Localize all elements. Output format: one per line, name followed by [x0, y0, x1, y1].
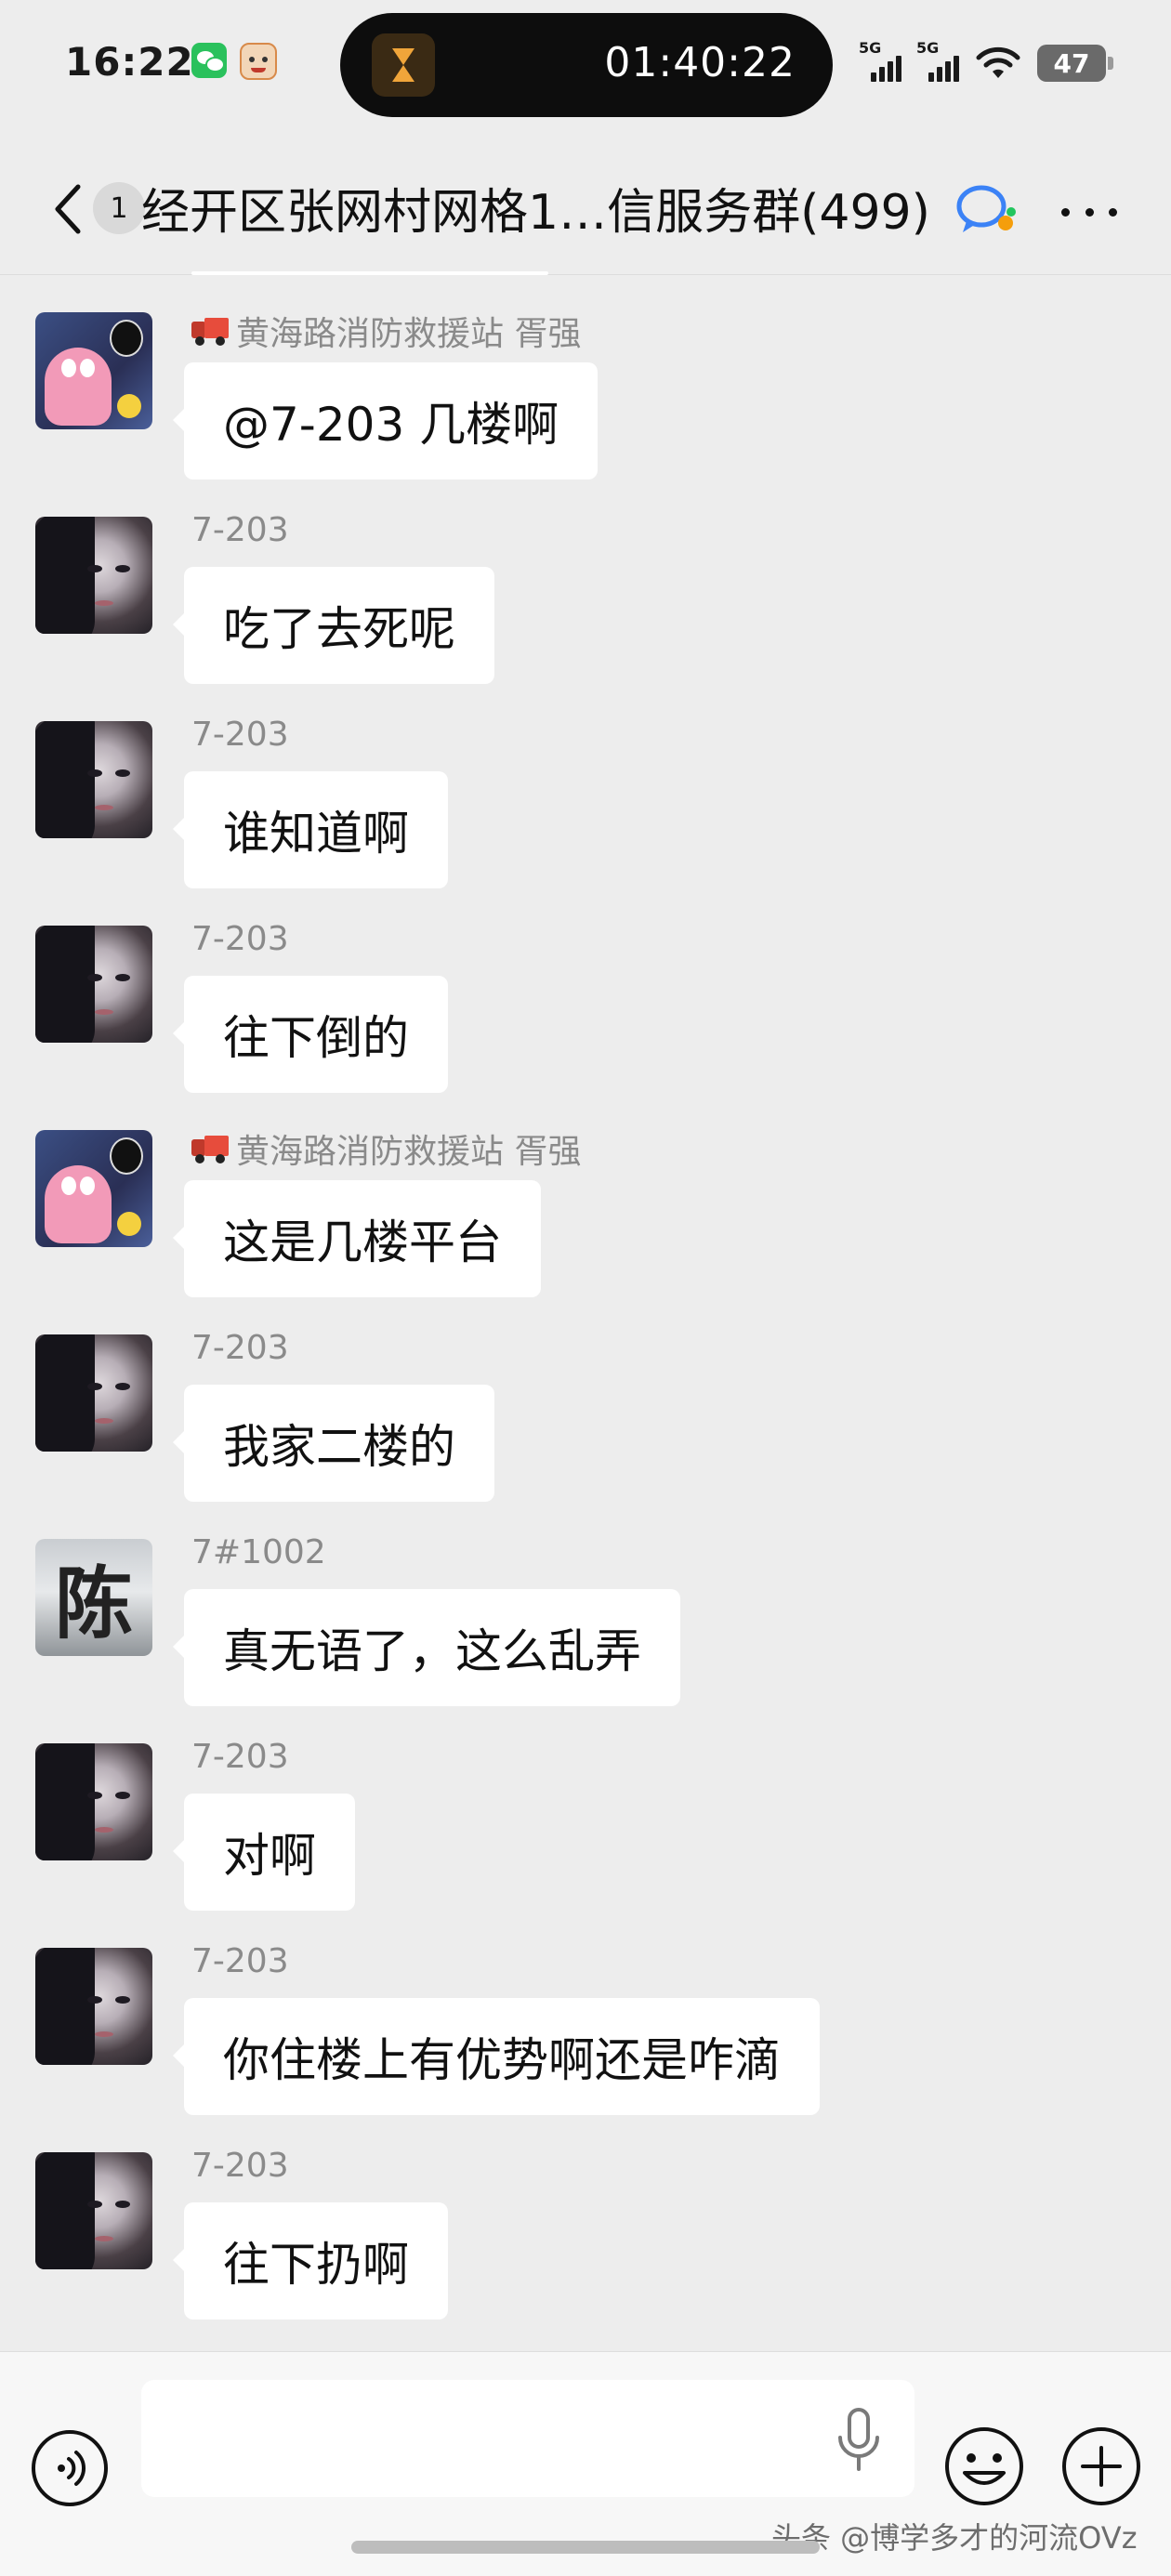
avatar-patrick-star[interactable]: [35, 312, 152, 429]
sender-name-text: 7-203: [191, 1329, 289, 1367]
sender-name-text: 7#1002: [191, 1533, 326, 1571]
sender-name[interactable]: 7#1002: [191, 1533, 326, 1571]
home-indicator[interactable]: [351, 2541, 820, 2554]
message-row: 7-203 你住楼上有优势啊还是咋滴: [0, 1942, 1171, 2147]
message-row: 7-203 谁知道啊: [0, 716, 1171, 920]
message-row: 7-203 吃了去死呢: [0, 511, 1171, 716]
message-row: 7-203 往下倒的: [0, 920, 1171, 1124]
sender-name-text: 7-203: [191, 920, 289, 958]
chat-title[interactable]: 经开区张网村网格1…信服务群(499): [141, 173, 948, 243]
avatar-calligraphy[interactable]: 陈: [35, 1539, 152, 1656]
dot-icon: [1109, 207, 1117, 217]
status-bar: 16:22 01:40:22 5G 5G 47: [0, 0, 1171, 130]
sender-name-text: 7-203: [191, 1942, 289, 1980]
sender-name[interactable]: 7-203: [191, 511, 289, 549]
watermark-text: 头条 @博学多才的河流OVz: [771, 2520, 1138, 2556]
message-bubble[interactable]: 你住楼上有优势啊还是咋滴: [173, 1998, 820, 2115]
dot-icon: [1061, 207, 1070, 217]
sender-name-text: 7-203: [191, 1738, 289, 1776]
avatar-portrait[interactable]: [35, 517, 152, 634]
avatar-portrait[interactable]: [35, 1743, 152, 1860]
sender-name[interactable]: 黄海路消防救援站 胥强: [191, 1124, 581, 1173]
message-bubble[interactable]: @7-203 几楼啊: [172, 362, 599, 480]
fire-truck-icon: [191, 316, 230, 346]
message-row: 7-203 对啊: [0, 1738, 1171, 1942]
network-type-label: 5G: [916, 39, 940, 57]
avatar-portrait[interactable]: [35, 1334, 152, 1452]
cellular-signal-icon: 5G: [916, 39, 959, 82]
avatar-portrait[interactable]: [35, 2152, 152, 2269]
message-bubble[interactable]: 吃了去死呢: [173, 567, 494, 684]
dot-icon: [1085, 207, 1094, 217]
notification-icons: [191, 43, 277, 80]
sender-name-text: 7-203: [191, 511, 289, 549]
cellular-signal-icon: 5G: [859, 39, 901, 82]
message-row: 黄海路消防救援站 胥强这是几楼平台: [0, 1124, 1171, 1329]
fire-truck-icon: [191, 1134, 230, 1163]
sender-name-text: 黄海路消防救援站 胥强: [236, 1133, 582, 1171]
avatar-portrait[interactable]: [35, 1948, 152, 2065]
message-bubble[interactable]: 对啊: [173, 1794, 355, 1911]
message-bubble[interactable]: 我家二楼的: [173, 1385, 494, 1502]
message-bubble[interactable]: 往下扔啊: [173, 2202, 448, 2320]
sender-name-text: 黄海路消防救援站 胥强: [236, 315, 582, 353]
message-row: 黄海路消防救援站 胥强 @7-203 几楼啊: [0, 307, 1171, 511]
wechat-icon: [191, 43, 227, 78]
back-button[interactable]: [41, 177, 93, 242]
sender-name[interactable]: 7-203: [191, 1738, 289, 1776]
message-list[interactable]: 黄海路消防救援站 胥强 @7-203 几楼啊 7-203 吃了去死呢 7-203 谁知道啊…: [0, 307, 1171, 2351]
sender-name[interactable]: 7-203: [191, 920, 289, 958]
network-type-label: 5G: [859, 39, 882, 57]
battery-icon: 47: [1037, 45, 1113, 82]
more-options-button[interactable]: [1056, 186, 1123, 238]
sender-name-text: 7-203: [191, 716, 289, 754]
message-row: 7-203 我家二楼的: [0, 1329, 1171, 1533]
avatar-character: 陈: [54, 1557, 133, 1649]
sender-name[interactable]: 黄海路消防救援站 胥强: [191, 307, 581, 355]
emoji-button[interactable]: [942, 2425, 1026, 2508]
island-timer-text: 01:40:22: [604, 39, 796, 86]
message-bubble[interactable]: 真无语了，这么乱弄: [173, 1589, 680, 1706]
status-time: 16:22: [65, 39, 194, 85]
group-chat-icon[interactable]: [954, 180, 1020, 240]
sender-name[interactable]: 7-203: [191, 1942, 289, 1980]
avatar-portrait[interactable]: [35, 721, 152, 838]
hourglass-icon: [372, 33, 435, 97]
chevron-left-icon: [55, 184, 81, 234]
chat-header: 1 经开区张网村网格1…信服务群(499): [0, 149, 1171, 275]
previous-message-edge: [191, 271, 548, 275]
avatar-portrait[interactable]: [35, 926, 152, 1043]
message-row: 陈 7#1002 真无语了，这么乱弄: [0, 1533, 1171, 1738]
dynamic-island-timer[interactable]: 01:40:22: [340, 13, 833, 117]
message-bubble[interactable]: 往下倒的: [173, 976, 448, 1093]
message-bubble[interactable]: 这是几楼平台: [173, 1180, 541, 1297]
sender-name[interactable]: 7-203: [191, 2147, 289, 2185]
message-input[interactable]: [141, 2380, 914, 2497]
unread-count-badge: 1: [93, 182, 145, 234]
add-attachment-button[interactable]: [1059, 2425, 1143, 2508]
wifi-icon: [976, 46, 1020, 78]
voice-mode-button[interactable]: [30, 2428, 110, 2508]
sender-name[interactable]: 7-203: [191, 1329, 289, 1367]
microphone-icon[interactable]: [833, 2406, 885, 2475]
sender-name-text: 7-203: [191, 2147, 289, 2185]
message-row: 7-203 往下扔啊: [0, 2147, 1171, 2351]
avatar-patrick-star[interactable]: [35, 1130, 152, 1247]
cat-app-icon: [240, 43, 277, 80]
sender-name[interactable]: 7-203: [191, 716, 289, 754]
message-bubble[interactable]: 谁知道啊: [173, 771, 448, 888]
status-indicators: 5G 5G 47: [859, 39, 1113, 82]
